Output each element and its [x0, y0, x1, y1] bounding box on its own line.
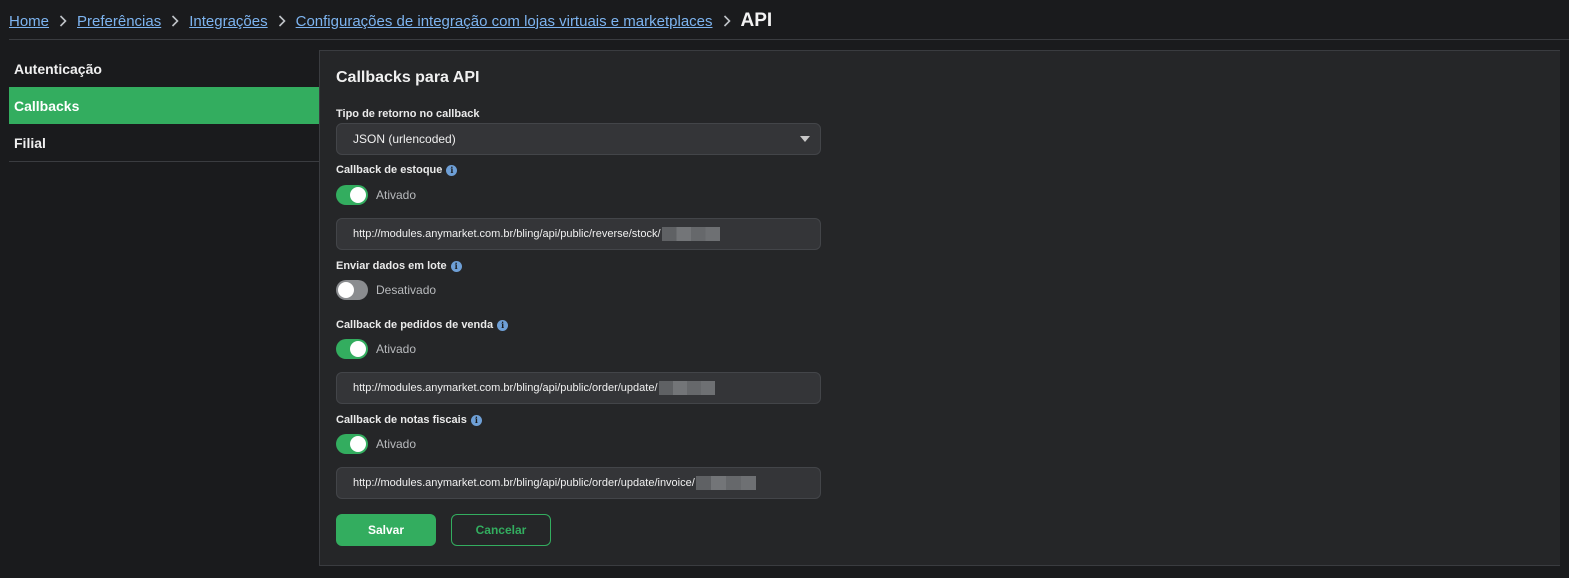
- panel-title: Callbacks para API: [336, 69, 480, 86]
- cancel-button[interactable]: Cancelar: [451, 514, 551, 546]
- batch-toggle[interactable]: [336, 280, 368, 300]
- redacted-token: [695, 476, 756, 490]
- orders-callback-status: Ativado: [376, 342, 417, 356]
- orders-callback-url-field[interactable]: http://modules.anymarket.com.br/bling/ap…: [336, 372, 821, 404]
- invoice-callback-toggle-row: Ativado: [336, 434, 416, 454]
- orders-callback-toggle[interactable]: [336, 339, 368, 359]
- batch-label-text: Enviar dados em lote: [336, 260, 447, 272]
- stock-callback-label-text: Callback de estoque: [336, 164, 443, 176]
- return-type-label: Tipo de retorno no callback: [336, 108, 479, 120]
- batch-toggle-row: Desativado: [336, 280, 436, 300]
- stock-callback-url-field[interactable]: http://modules.anymarket.com.br/bling/ap…: [336, 218, 821, 250]
- sidebar: Autenticação Callbacks Filial: [9, 50, 319, 162]
- toggle-knob: [350, 436, 366, 452]
- batch-status: Desativado: [376, 283, 437, 297]
- return-type-label-text: Tipo de retorno no callback: [336, 108, 480, 120]
- invoice-callback-url: http://modules.anymarket.com.br/bling/ap…: [353, 477, 695, 489]
- callbacks-panel: Callbacks para API Tipo de retorno no ca…: [319, 50, 1560, 566]
- orders-callback-toggle-row: Ativado: [336, 339, 416, 359]
- sidebar-item-autenticacao[interactable]: Autenticação: [9, 50, 319, 87]
- save-button[interactable]: Salvar: [336, 514, 436, 546]
- stock-callback-status: Ativado: [376, 188, 417, 202]
- stock-callback-label: Callback de estoque i: [336, 164, 458, 176]
- orders-callback-label-text: Callback de pedidos de venda: [336, 319, 494, 331]
- page-title: API: [740, 10, 773, 31]
- stock-callback-toggle[interactable]: [336, 185, 368, 205]
- chevron-right-icon: [278, 15, 286, 27]
- caret-down-icon: [800, 136, 810, 142]
- toggle-knob: [350, 187, 366, 203]
- breadcrumb-integracoes[interactable]: Integrações: [189, 13, 267, 30]
- chevron-right-icon: [59, 15, 67, 27]
- invoice-callback-label: Callback de notas fiscais i: [336, 414, 482, 426]
- invoice-callback-toggle[interactable]: [336, 434, 368, 454]
- info-icon[interactable]: i: [450, 260, 462, 272]
- chevron-right-icon: [171, 15, 179, 27]
- breadcrumb-configuracoes[interactable]: Configurações de integração com lojas vi…: [296, 13, 713, 30]
- stock-callback-url: http://modules.anymarket.com.br/bling/ap…: [353, 228, 661, 240]
- redacted-token: [658, 381, 715, 395]
- toggle-knob: [350, 341, 366, 357]
- toggle-knob: [338, 282, 354, 298]
- invoice-callback-url-field[interactable]: http://modules.anymarket.com.br/bling/ap…: [336, 467, 821, 499]
- sidebar-item-callbacks[interactable]: Callbacks: [9, 87, 319, 124]
- invoice-callback-label-text: Callback de notas fiscais: [336, 414, 467, 426]
- redacted-token: [661, 227, 720, 241]
- invoice-callback-status: Ativado: [376, 437, 417, 451]
- stock-callback-toggle-row: Ativado: [336, 185, 416, 205]
- sidebar-item-filial[interactable]: Filial: [9, 124, 319, 161]
- info-icon[interactable]: i: [446, 164, 458, 176]
- breadcrumb-home[interactable]: Home: [9, 13, 49, 30]
- chevron-right-icon: [723, 15, 731, 27]
- return-type-value: JSON (urlencoded): [353, 132, 456, 146]
- orders-callback-label: Callback de pedidos de venda i: [336, 319, 509, 331]
- breadcrumb-preferencias[interactable]: Preferências: [77, 13, 161, 30]
- batch-label: Enviar dados em lote i: [336, 260, 462, 272]
- header-divider: [9, 39, 1569, 40]
- info-icon[interactable]: i: [470, 414, 482, 426]
- orders-callback-url: http://modules.anymarket.com.br/bling/ap…: [353, 382, 658, 394]
- info-icon[interactable]: i: [497, 319, 509, 331]
- return-type-select[interactable]: JSON (urlencoded): [336, 123, 821, 155]
- breadcrumb: Home Preferências Integrações Configuraç…: [9, 8, 772, 34]
